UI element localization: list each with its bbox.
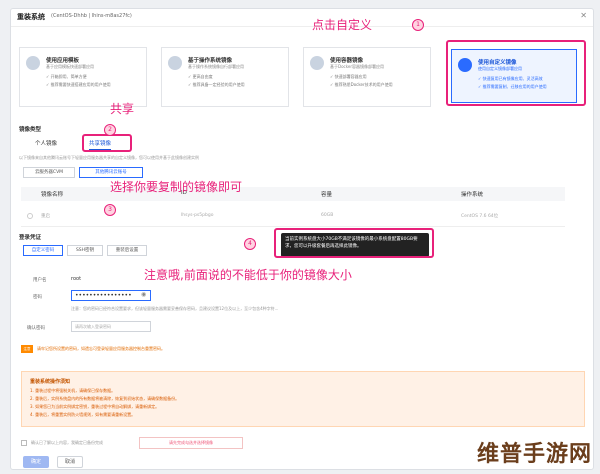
card-bullet: ✓ 推荐具备一定经验的用户使用 [188, 82, 245, 87]
notice-title: 重装系统操作须知 [30, 379, 71, 385]
annotation-badge-1: 1 [412, 19, 424, 31]
warning-text: 请牢记您所设置的密码，如遗忘可登录轻量应用服务器控制台重置密码。 [37, 346, 165, 351]
tab-personal-image[interactable]: 个人镜像 [35, 139, 57, 147]
username-value: root [71, 276, 82, 282]
container-icon [310, 56, 324, 70]
tab-set-after[interactable]: 重装后设置 [107, 245, 147, 256]
card-title: 使用应用模板 [46, 58, 80, 64]
card-app-template[interactable]: 使用应用模板 基于应用模板快速部署应用 ✓ 开箱即用、简单方便 ✓ 推荐需要快速… [19, 47, 147, 107]
image-type-label: 镜像类型 [19, 127, 42, 133]
image-required-hint: 请先完成勾选并选择镜像 [139, 437, 243, 449]
annotation-badge-4: 4 [244, 238, 256, 250]
card-container-image[interactable]: 使用容器镜像 基于Docker容器镜像部署应用 ✓ 快速部署容器应用 ✓ 推荐熟… [303, 47, 431, 107]
highlight-shared-tab [82, 134, 132, 152]
segment-cvm[interactable]: 云服务器CVM [23, 167, 75, 178]
tab-ssh-key[interactable]: SSH密钥 [67, 245, 103, 256]
cancel-button[interactable]: 取消 [57, 456, 83, 468]
warning-tag: 注意 [21, 345, 33, 353]
card-desc: 基于Docker容器镜像部署应用 [330, 64, 385, 69]
password-hint: 注意：您的密码已经符合设置要求，但该轻量服务器需要妥善保存密码，且建议设置12位… [71, 306, 279, 311]
col-image-name: 镜像名称 [41, 192, 64, 198]
cell-name: 重启 [41, 214, 50, 219]
cell-id: lhsys-ps5pbgo [181, 213, 214, 218]
os-icon [168, 56, 182, 70]
tab-custom-password[interactable]: 自定义密码 [23, 245, 63, 256]
instance-id: (CentOS-Dhhb | lhins-m8as27fc) [51, 13, 132, 19]
notice-line: 2. 重装后，实例系统盘内的所有数据将被清除，恢复到初始状态，请确保数据备份。 [30, 396, 180, 401]
highlight-custom-card [446, 40, 586, 106]
highlight-tooltip [274, 228, 434, 258]
card-bullet: ✓ 开箱即用、简单方便 [46, 74, 87, 79]
table-header: 镜像名称 ID 容量 操作系统 [21, 187, 565, 201]
password-label: 密码 [33, 295, 42, 300]
template-icon [26, 56, 40, 70]
col-capacity: 容量 [321, 192, 333, 198]
notice-box: 重装系统操作须知 1. 重装过程中将强制关机，请确保已保存数据。 2. 重装后，… [21, 371, 585, 427]
col-os: 操作系统 [461, 192, 484, 198]
card-desc: 基于应用模板快速部署应用 [46, 64, 94, 69]
watermark-logo: 维普手游网 [476, 442, 592, 467]
annotation-click-custom: 点击自定义 [312, 18, 373, 32]
annotation-select-image: 选择你要复制的镜像即可 [110, 180, 243, 194]
segment-other-account[interactable]: 其他腾讯云账号 [79, 167, 143, 178]
card-desc: 基于操作系统镜像自行部署应用 [188, 64, 244, 69]
eye-icon[interactable]: ◉ [141, 291, 146, 298]
dialog-header: 重装系统 (CentOS-Dhhb | lhins-m8as27fc) ✕ [11, 9, 593, 27]
card-bullet: ✓ 推荐需要快速搭建应用的用户使用 [46, 82, 111, 87]
notice-line: 1. 重装过程中将强制关机，请确保已保存数据。 [30, 388, 116, 393]
confirm-button[interactable]: 确定 [23, 456, 49, 468]
card-title: 使用容器镜像 [330, 58, 364, 64]
shared-hint: 以下镜像来自其他腾讯云账号下轻量应用服务器共享的自定义镜像，您可以使用并基于此镜… [19, 155, 199, 160]
card-bullet: ✓ 更高自由度 [188, 74, 213, 79]
close-icon[interactable]: ✕ [580, 11, 587, 20]
table-row[interactable]: 重启 lhsys-ps5pbgo 60GB CentOS 7.6 64位 [21, 205, 565, 227]
annotation-size-warning: 注意哦,前面说的不能低于你的镜像大小 [144, 268, 352, 282]
agree-checkbox[interactable] [21, 440, 27, 446]
annotation-badge-3: 3 [104, 204, 116, 216]
username-label: 用户名 [33, 278, 47, 283]
dialog-title: 重装系统 [17, 13, 45, 21]
login-label: 登录凭证 [19, 235, 42, 241]
annotation-shared: 共享 [110, 102, 135, 116]
cell-os: CentOS 7.6 64位 [461, 214, 499, 219]
notice-line: 3. 如果您已为当前实例绑定密钥，重装过程中将自动解绑，请重新绑定。 [30, 404, 160, 409]
cell-capacity: 60GB [321, 213, 334, 218]
annotation-badge-2: 2 [104, 124, 116, 136]
agree-label: 确认已了解以上内容，我确定已备份完成 [31, 440, 103, 445]
row-radio[interactable] [27, 213, 33, 219]
card-os-image[interactable]: 基于操作系统镜像 基于操作系统镜像自行部署应用 ✓ 更高自由度 ✓ 推荐具备一定… [161, 47, 289, 107]
card-bullet: ✓ 快速部署容器应用 [330, 74, 367, 79]
card-bullet: ✓ 推荐熟悉Docker技术的用户使用 [330, 82, 393, 87]
card-title: 基于操作系统镜像 [188, 58, 233, 64]
confirm-password-input[interactable]: 请再次输入登录密码 [71, 321, 151, 332]
confirm-label: 确认密码 [27, 326, 45, 331]
password-field[interactable]: •••••••••••••••• [71, 290, 151, 301]
notice-line: 4. 重装后，将重置实例防火墙规则，如有需要请重新设置。 [30, 412, 136, 417]
